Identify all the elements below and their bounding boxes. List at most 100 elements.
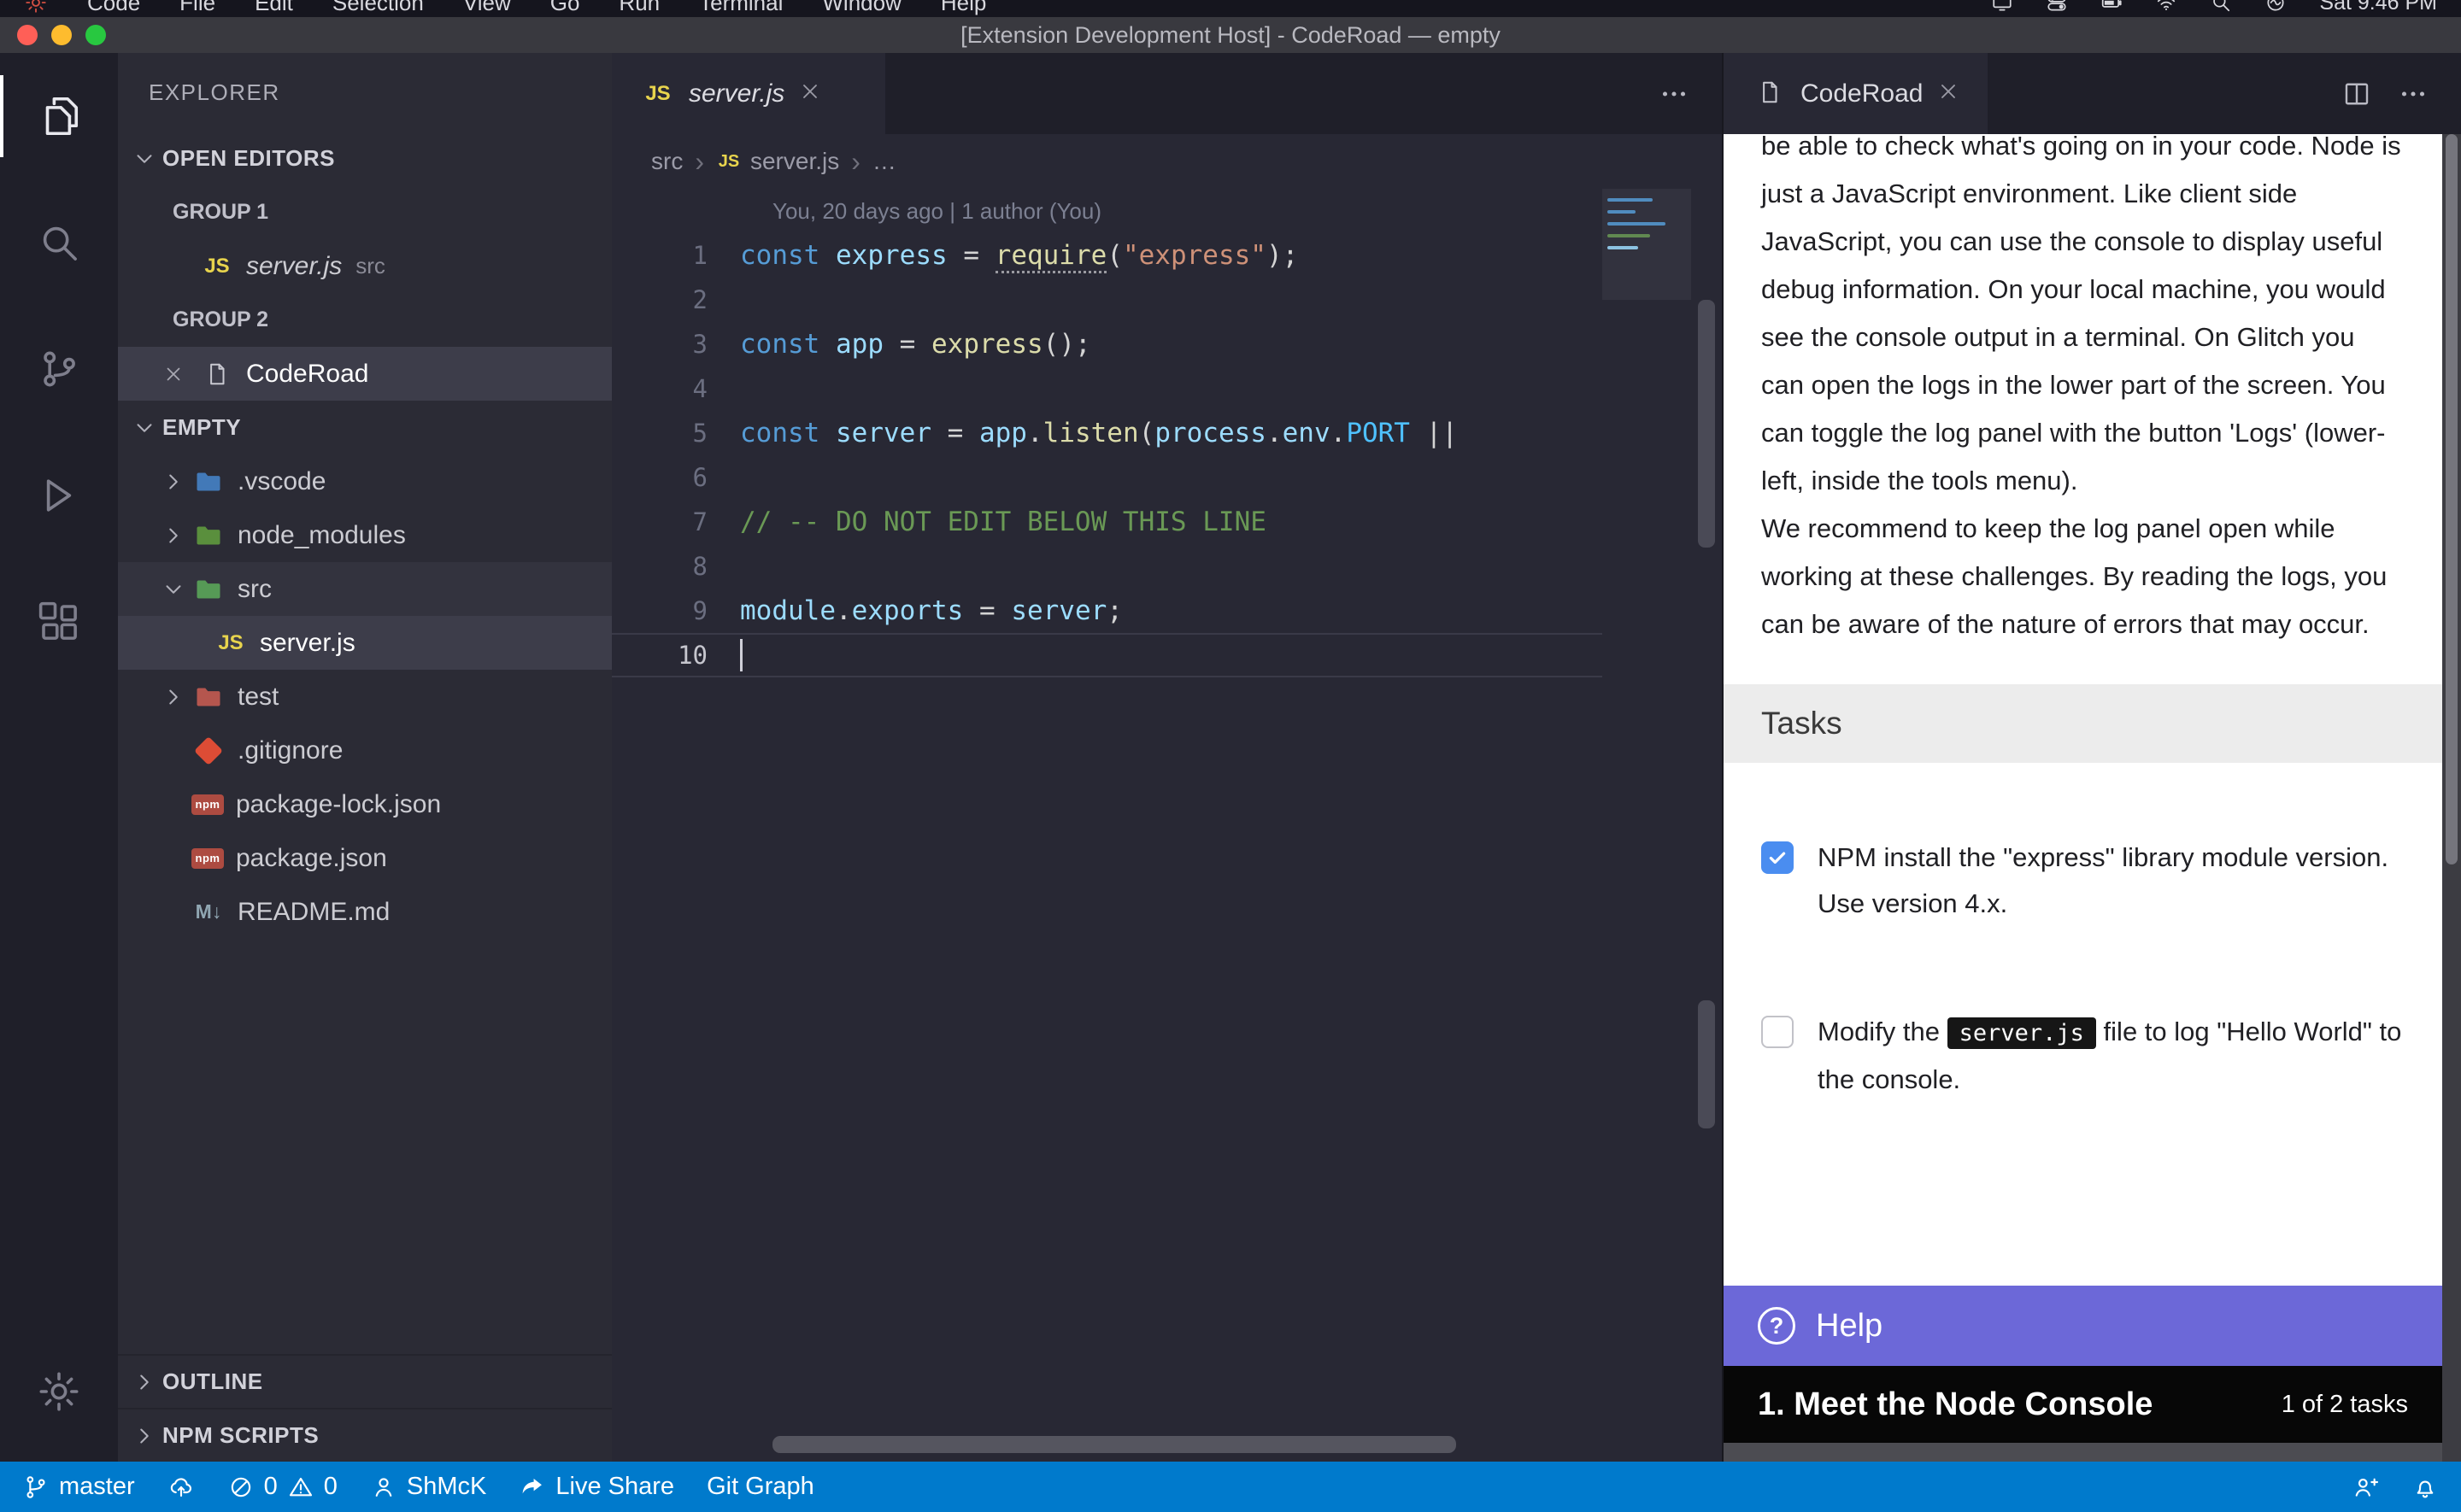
tree-item-label: package-lock.json: [236, 790, 441, 819]
more-icon[interactable]: [1659, 79, 1689, 109]
tree-item-node-modules[interactable]: node_modules: [118, 508, 612, 562]
zoom-window-button[interactable]: [85, 25, 106, 45]
tree-item-readme-md[interactable]: M↓README.md: [118, 885, 612, 939]
activity-run-debug[interactable]: [0, 432, 118, 559]
activity-manage[interactable]: [0, 1328, 118, 1455]
menubar-app-icon[interactable]: [24, 0, 48, 15]
webview-scrollbar-thumb[interactable]: [2446, 134, 2458, 864]
minimize-window-button[interactable]: [51, 25, 72, 45]
activity-explorer[interactable]: [0, 53, 118, 179]
activity-source-control[interactable]: [0, 306, 118, 432]
display-icon: [1991, 0, 2013, 14]
menu-window[interactable]: Window: [822, 0, 901, 16]
status-publish[interactable]: [167, 1474, 195, 1501]
editor-horizontal-scrollbar-thumb[interactable]: [772, 1436, 1456, 1453]
git-file-icon: [191, 734, 226, 768]
task-checkbox[interactable]: [1761, 841, 1794, 874]
code-line-9: 9module.exports = server;: [612, 589, 1602, 633]
close-tab-icon[interactable]: [798, 79, 827, 108]
status-live-share[interactable]: Live Share: [519, 1473, 674, 1501]
code-text: const express = require("express");: [740, 240, 1298, 271]
tree-item-vscode[interactable]: .vscode: [118, 454, 612, 508]
webview-scrollbar[interactable]: [2442, 134, 2461, 1462]
open-editor-coderoad[interactable]: CodeRoad: [118, 347, 612, 401]
editor-group: JS server.js src›JSserver.js›… You, 20 d…: [612, 53, 1722, 1462]
status-invite-participants[interactable]: [2352, 1474, 2379, 1501]
sidebar-bottom-sections: OUTLINE NPM SCRIPTS: [118, 1354, 612, 1462]
menu-selection[interactable]: Selection: [332, 0, 424, 16]
task-checkbox[interactable]: [1761, 1016, 1794, 1048]
tutorial-paragraph: We recommend to keep the log panel open …: [1761, 505, 2405, 648]
activity-search[interactable]: [0, 179, 118, 306]
menu-terminal[interactable]: Terminal: [699, 0, 783, 16]
breadcrumb-src[interactable]: src: [651, 148, 683, 175]
chevron-right-icon: [156, 522, 191, 549]
section-outline[interactable]: OUTLINE: [118, 1354, 612, 1408]
breadcrumbs[interactable]: src›JSserver.js›…: [612, 134, 1722, 189]
activity-extensions[interactable]: [0, 559, 118, 685]
section-npm-scripts[interactable]: NPM SCRIPTS: [118, 1408, 612, 1462]
tab-coderoad[interactable]: CodeRoad: [1724, 53, 1988, 134]
editor-vertical-scrollbar-thumb[interactable]: [1698, 300, 1715, 548]
menu-file[interactable]: File: [179, 0, 215, 16]
status-git-graph[interactable]: Git Graph: [707, 1473, 814, 1501]
code-lines: 1const express = require("express");23co…: [612, 233, 1602, 677]
tree-item-src[interactable]: src: [118, 562, 612, 616]
help-bar[interactable]: ? Help: [1724, 1286, 2442, 1366]
line-number: 8: [612, 552, 740, 581]
open-editors-list: GROUP 1JSserver.jssrcGROUP 2CodeRoad: [118, 185, 612, 401]
status-branch[interactable]: master: [22, 1473, 135, 1501]
menu-go[interactable]: Go: [550, 0, 580, 16]
status-notifications[interactable]: [2411, 1474, 2439, 1501]
tab-server-js[interactable]: JS server.js: [612, 53, 885, 134]
close-window-button[interactable]: [17, 25, 38, 45]
spotlight-icon: [2210, 0, 2232, 14]
close-tab-icon[interactable]: [1936, 79, 1965, 108]
menu-edit[interactable]: Edit: [255, 0, 293, 16]
status-bar-left: master 00 ShMcK Live Share Git Graph: [22, 1473, 814, 1501]
git-branch-icon: [22, 1474, 50, 1501]
minimap-slider[interactable]: [1602, 189, 1691, 300]
tree-item-label: test: [238, 683, 279, 712]
code-editor[interactable]: You, 20 days ago | 1 author (You) 1const…: [612, 189, 1722, 1462]
editor-tabbar: JS server.js: [612, 53, 1722, 134]
chevron-right-icon: [126, 1368, 162, 1396]
source-control-icon: [36, 346, 82, 392]
open-editor-server-js[interactable]: JSserver.jssrc: [118, 239, 612, 293]
menubar-clock[interactable]: Sat 9:46 PM: [2319, 0, 2437, 15]
tree-item-server-js[interactable]: JSserver.js: [118, 616, 612, 670]
file-tree: .vscodenode_modulessrcJSserver.js test .gi…: [118, 454, 612, 939]
tree-item-package-json[interactable]: npmpackage.json: [118, 831, 612, 885]
status-account-shmck[interactable]: ShMcK: [370, 1473, 486, 1501]
tree-item-gitignore[interactable]: .gitignore: [118, 724, 612, 777]
split-editor-icon[interactable]: [2341, 79, 2372, 109]
coderoad-panel: CodeRoad be able to check what's going o…: [1722, 53, 2461, 1462]
breadcrumb-server-js[interactable]: JSserver.js: [716, 148, 839, 175]
tree-item-label: .gitignore: [238, 736, 343, 765]
breadcrumb-[interactable]: …: [872, 148, 896, 175]
tree-item-test[interactable]: test: [118, 670, 612, 724]
section-open-editors[interactable]: OPEN EDITORS: [118, 132, 612, 185]
more-icon[interactable]: [2398, 79, 2429, 109]
chevron-down-icon: [156, 576, 191, 603]
tree-item-package-lock-json[interactable]: npmpackage-lock.json: [118, 777, 612, 831]
status-label: 0: [324, 1473, 338, 1501]
tab-file-icon: JS: [641, 77, 675, 111]
menu-run[interactable]: Run: [619, 0, 660, 16]
macos-menubar-inner: Code File Edit Selection View Go Run Terminal Wi…: [0, 0, 2461, 17]
panel-bottom-strip: [1724, 1443, 2442, 1462]
manage-icon: [36, 1368, 82, 1415]
menu-view[interactable]: View: [463, 0, 511, 16]
close-editor-slot: [162, 254, 200, 279]
section-label: OUTLINE: [162, 1368, 263, 1395]
line-number: 6: [612, 463, 740, 492]
section-workspace-empty[interactable]: EMPTY: [118, 401, 612, 454]
minimap[interactable]: [1607, 196, 1686, 258]
lesson-title: 1. Meet the Node Console: [1758, 1386, 2153, 1423]
menu-help[interactable]: Help: [941, 0, 986, 16]
status-problems[interactable]: 00: [227, 1473, 338, 1501]
close-editor-icon[interactable]: [162, 361, 200, 387]
menu-code[interactable]: Code: [87, 0, 140, 16]
person-add-icon: [2352, 1474, 2379, 1501]
inline-code-chip: server.js: [1947, 1017, 2096, 1049]
